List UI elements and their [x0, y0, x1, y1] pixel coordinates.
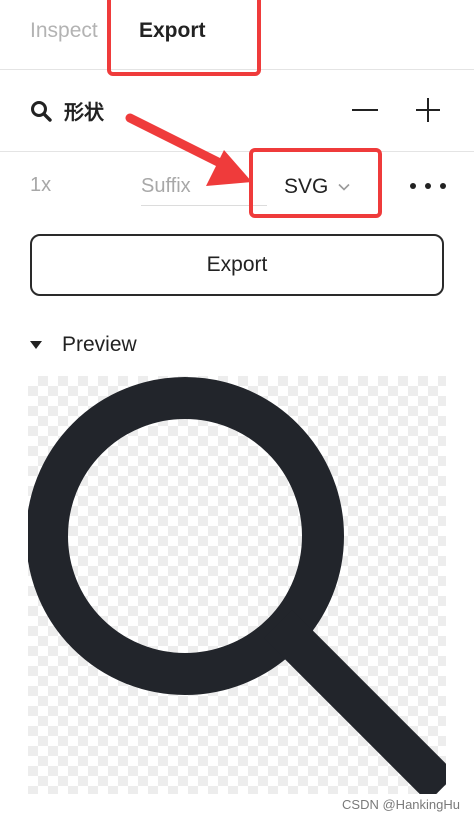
more-options-icon[interactable] — [410, 176, 446, 196]
suffix-input[interactable] — [141, 162, 267, 206]
preview-label: Preview — [62, 333, 137, 356]
chevron-down-icon — [338, 183, 350, 191]
tab-inspect[interactable]: Inspect — [30, 14, 98, 48]
minus-icon — [352, 109, 378, 111]
format-dropdown[interactable]: SVG — [284, 172, 350, 202]
search-icon — [31, 101, 52, 122]
preview-toggle[interactable]: Preview — [30, 330, 137, 360]
preview-canvas — [28, 376, 446, 794]
layer-row: 形状 — [0, 72, 474, 152]
remove-export-button[interactable] — [348, 90, 382, 130]
watermark: CSDN @HankingHu — [342, 797, 460, 812]
plus-icon — [416, 98, 440, 122]
add-export-button[interactable] — [411, 90, 445, 130]
export-button[interactable]: Export — [30, 234, 444, 296]
triangle-down-icon — [30, 341, 42, 349]
tab-export[interactable]: Export — [139, 14, 206, 48]
tab-bar: Inspect Export — [0, 0, 474, 70]
export-settings-row: 1x SVG — [0, 154, 474, 220]
layer-name: 形状 — [64, 100, 104, 124]
magnifier-icon — [28, 377, 446, 794]
format-value: SVG — [284, 175, 329, 198]
scale-select[interactable]: 1x — [30, 174, 51, 197]
